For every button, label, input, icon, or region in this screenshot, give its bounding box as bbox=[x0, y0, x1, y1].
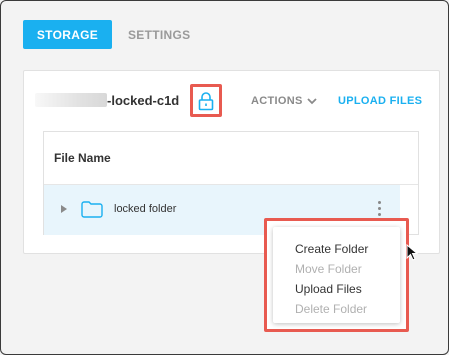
menu-item-create-folder[interactable]: Create Folder bbox=[295, 242, 368, 256]
bucket-name-suffix: -locked-c1d bbox=[107, 92, 180, 108]
tab-bar: STORAGE SETTINGS bbox=[23, 20, 190, 49]
tab-storage[interactable]: STORAGE bbox=[23, 20, 112, 49]
bucket-title: -locked-c1d bbox=[35, 91, 179, 109]
column-header-file-name[interactable]: File Name bbox=[44, 132, 418, 185]
menu-item-delete-folder: Delete Folder bbox=[295, 302, 368, 316]
upload-files-button[interactable]: UPLOAD FILES bbox=[338, 95, 422, 107]
lock-icon bbox=[198, 91, 214, 110]
redacted-bucket-prefix bbox=[35, 93, 107, 107]
mouse-cursor-icon bbox=[406, 244, 418, 261]
context-menu-highlight: Create Folder Move Folder Upload Files D… bbox=[264, 218, 409, 332]
caret-right-icon[interactable] bbox=[60, 204, 68, 214]
chevron-down-icon bbox=[306, 97, 317, 104]
context-menu: Create Folder Move Folder Upload Files D… bbox=[273, 227, 400, 323]
actions-label: ACTIONS bbox=[251, 95, 303, 107]
lock-button[interactable] bbox=[190, 84, 222, 117]
folder-name: locked folder bbox=[114, 203, 177, 215]
menu-item-upload-files[interactable]: Upload Files bbox=[295, 282, 362, 296]
kebab-icon[interactable] bbox=[378, 201, 381, 216]
folder-icon bbox=[81, 201, 103, 218]
actions-dropdown[interactable]: ACTIONS bbox=[251, 95, 317, 107]
tab-settings[interactable]: SETTINGS bbox=[128, 28, 190, 42]
menu-item-move-folder: Move Folder bbox=[295, 262, 362, 276]
